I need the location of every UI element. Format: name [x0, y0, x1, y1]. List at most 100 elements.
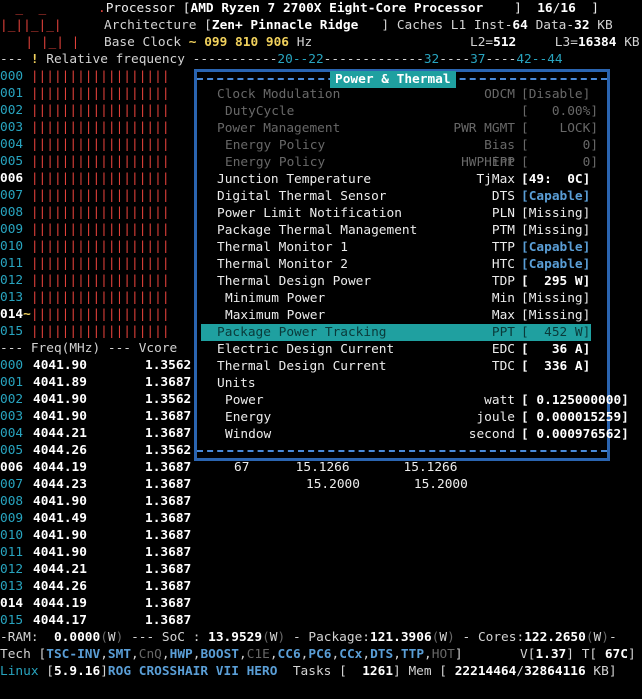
power-thermal-row[interactable]: Package Thermal Management PTM [Missing]	[217, 222, 593, 239]
row-value: [Missing]	[521, 308, 591, 323]
row-value: [ 336 A]	[521, 359, 591, 374]
row-value: [ 0.00%]	[521, 104, 599, 119]
power-thermal-row[interactable]: Digital Thermal Sensor DTS [Capable]	[217, 188, 593, 205]
base-clock-row: Base Clock ~ 099 810 906 Hz	[104, 35, 313, 50]
core-frequency: 4041.90	[33, 494, 87, 509]
row-label: DutyCycle	[225, 104, 295, 119]
core-bar: ||||||||||||||||||	[30, 120, 170, 135]
core-vcore: 1.3687	[145, 562, 192, 577]
core-vcore: 1.3687	[145, 477, 192, 492]
core-id: 009	[0, 222, 24, 237]
row-label: Power	[225, 393, 264, 408]
power-thermal-row[interactable]: Maximum Power Max [Missing]	[217, 307, 593, 324]
core-frequency: 4044.19	[33, 460, 87, 475]
row-label: Energy	[225, 410, 272, 425]
row-label: Clock Modulation	[217, 87, 341, 102]
core-vcore: 1.3687	[145, 375, 192, 390]
logo-line-1: _ _	[0, 1, 70, 16]
power-thermal-row[interactable]: Power watt [ 0.125000000]	[217, 392, 629, 409]
power-thermal-row[interactable]: Window second [ 0.000976562]	[217, 426, 629, 443]
core-bar-row: 010 ||||||||||||||||||	[0, 238, 170, 255]
corefreq-terminal: _ _ |_||_|_| | |_| | .Processor [AMD Ryz…	[0, 0, 642, 699]
core-bar: ||||||||||||||||||	[30, 188, 170, 203]
core-id: 012	[0, 562, 24, 577]
core-vcore: 1.3562	[145, 392, 192, 407]
row-label: Thermal Design Power	[217, 274, 372, 289]
processor-row: .Processor [AMD Ryzen 7 2700X Eight-Core…	[98, 1, 599, 16]
core-id: 006	[0, 460, 24, 475]
row-label: Energy Policy	[225, 138, 326, 153]
core-bar: ||||||||||||||||||	[30, 256, 170, 271]
row-abbrev: HWP EPP	[461, 155, 515, 170]
core-id: 003	[0, 120, 24, 135]
core-bar: ||||||||||||||||||	[30, 154, 170, 169]
row-label: Power Management	[217, 121, 341, 136]
power-thermal-row[interactable]: Electric Design Current EDC [ 36 A]	[217, 341, 593, 358]
row-abbrev: ODCM	[484, 87, 515, 102]
power-line: -RAM: 0.0000(W) --- SoC : 13.9529(W) - P…	[0, 630, 617, 645]
power-thermal-row[interactable]: Thermal Monitor 1 TTP [Capable]	[217, 239, 593, 256]
row-abbrev: Min	[491, 291, 515, 306]
row-label: Window	[225, 427, 272, 442]
core-list-row: 010 4041.90 1.3687	[0, 527, 191, 544]
core-vcore: 1.3687	[145, 494, 192, 509]
power-thermal-row[interactable]: Package Power Tracking PPT [ 452 W]	[201, 324, 591, 341]
core-list-row: 015 4044.17 1.3687	[0, 612, 191, 629]
core-bar-row: 004 ||||||||||||||||||	[0, 136, 170, 153]
power-thermal-row[interactable]: Minimum Power Min [Missing]	[217, 290, 593, 307]
row-label: Thermal Monitor 2	[217, 257, 348, 272]
row-label: Power Limit Notification	[217, 206, 402, 221]
power-thermal-row[interactable]: Energy Policy Bias Hint[ 0]	[217, 137, 598, 170]
core-bar: ||||||||||||||||||	[30, 324, 170, 339]
power-thermal-window[interactable]: Power & Thermal Clock Modulation ODCM [Dis…	[194, 69, 629, 461]
row-value: [ 0]	[521, 155, 599, 170]
core-vcore: 1.3687	[145, 460, 192, 475]
power-thermal-row[interactable]: Clock Modulation ODCM [Disable]	[217, 86, 593, 103]
core-frequency: 4041.49	[33, 511, 87, 526]
power-thermal-row[interactable]: Thermal Design Current TDC [ 336 A]	[217, 358, 593, 375]
power-thermal-row[interactable]: Thermal Design Power TDP [ 295 W]	[217, 273, 593, 290]
power-thermal-row[interactable]: Units	[217, 375, 593, 392]
core-list-row: 003 4041.90 1.3687	[0, 408, 191, 425]
core-list-row: 002 4041.90 1.3562	[0, 391, 191, 408]
core-bar-row: 008 ||||||||||||||||||	[0, 204, 170, 221]
core-list-row: 007 4044.23 1.3687	[0, 476, 191, 493]
core-bar-row: 003 ||||||||||||||||||	[0, 119, 170, 136]
core-bar-row: 011 ||||||||||||||||||	[0, 255, 170, 272]
core-id: 011	[0, 545, 24, 560]
status-line: Linux [5.9.16]ROG CROSSHAIR VII HERO Tas…	[0, 664, 617, 679]
row-value: [49: 0C]	[521, 172, 591, 187]
core-vcore: 1.3687	[145, 409, 192, 424]
core-vcore: 1.3562	[145, 443, 192, 458]
core-vcore: 1.3687	[145, 613, 192, 628]
core-id: 004	[0, 137, 24, 152]
row-value: [Missing]	[521, 206, 591, 221]
core-bar-row: 013 ||||||||||||||||||	[0, 289, 170, 306]
core-bar: ||||||||||||||||||	[30, 205, 170, 220]
core-bar: ||||||||||||||||||	[30, 273, 170, 288]
row-label: Energy Policy	[225, 155, 326, 170]
row-value: [ 0.000015259]	[521, 410, 629, 425]
power-thermal-row[interactable]: Energy Policy HWP EPP [ 0]	[217, 154, 598, 171]
row-label: Junction Temperature	[217, 172, 372, 187]
power-thermal-row[interactable]: Energy joule [ 0.000015259]	[217, 409, 629, 426]
row-label: Minimum Power	[225, 291, 326, 306]
row-abbrev: TTP	[491, 240, 515, 255]
core-bar: ||||||||||||||||||	[30, 239, 170, 254]
core-bar: ||||||||||||||||||	[30, 171, 170, 186]
power-thermal-row[interactable]: Junction Temperature TjMax [49: 0C]	[217, 171, 593, 188]
core-id: 004	[0, 426, 24, 441]
core-bar: ||||||||||||||||||	[30, 103, 170, 118]
core-id: 000	[0, 358, 24, 373]
power-thermal-row[interactable]: Thermal Monitor 2 HTC [Capable]	[217, 256, 593, 273]
power-thermal-row[interactable]: Power Limit Notification PLN [Missing]	[217, 205, 593, 222]
core-frequency: 4041.89	[33, 375, 87, 390]
row-abbrev: TDP	[491, 274, 515, 289]
core-id: 010	[0, 528, 24, 543]
row-abbrev: PWR MGMT	[453, 121, 515, 136]
power-thermal-row[interactable]: DutyCycle [ 0.00%]	[217, 103, 598, 120]
row-value: [ 452 W]	[521, 325, 591, 340]
core-id: 001	[0, 86, 24, 101]
core-id: 009	[0, 511, 24, 526]
power-thermal-row[interactable]: Power Management PWR MGMT [ LOCK]	[217, 120, 598, 137]
